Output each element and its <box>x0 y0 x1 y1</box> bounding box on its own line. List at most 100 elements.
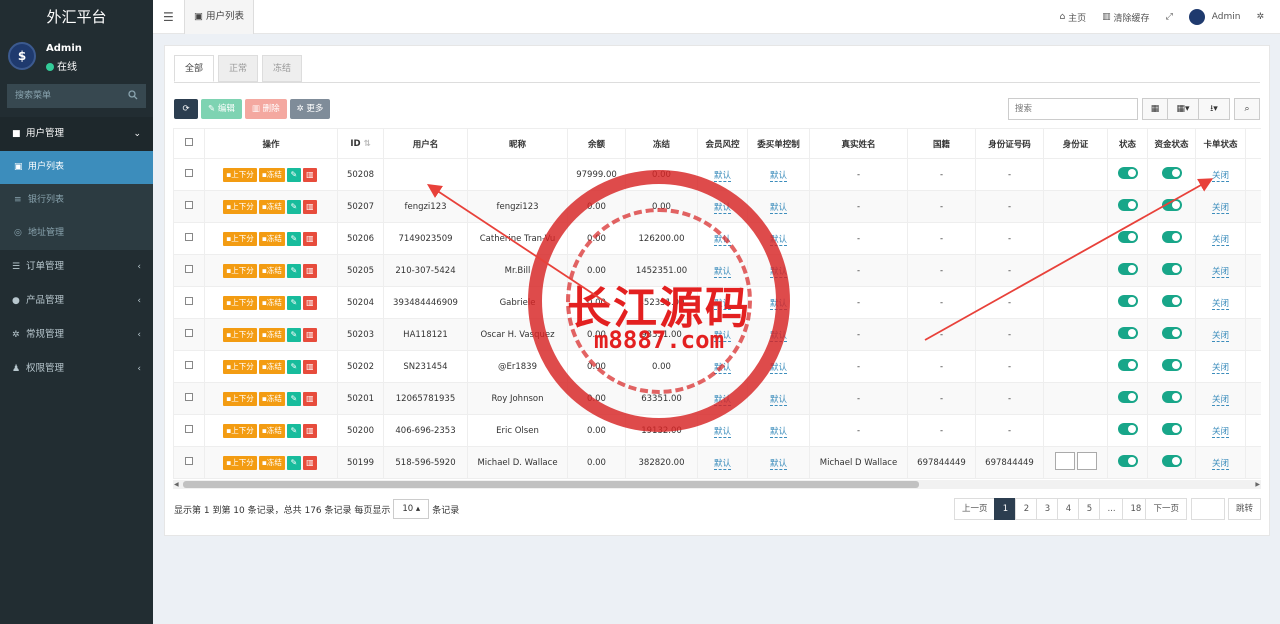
status-toggle[interactable] <box>1117 199 1138 211</box>
order-control-link[interactable]: 默认 <box>769 394 787 406</box>
fund-status-toggle[interactable] <box>1161 295 1182 307</box>
columns-button[interactable]: ▦▾ <box>1167 98 1199 120</box>
delete-row-button[interactable]: ▥ <box>302 423 317 438</box>
tab-normal[interactable]: 正常 <box>218 55 259 82</box>
page-button[interactable]: 18 <box>1122 498 1147 520</box>
jump-page-input[interactable] <box>1190 498 1225 520</box>
edit-row-button[interactable]: ✎ <box>286 359 301 374</box>
fund-status-toggle[interactable] <box>1161 455 1182 467</box>
checkbox[interactable] <box>185 265 193 273</box>
search-icon[interactable] <box>128 90 138 100</box>
edit-row-button[interactable]: ✎ <box>286 391 301 406</box>
fund-status-toggle[interactable] <box>1161 327 1182 339</box>
freeze-button[interactable]: ▪冻结 <box>258 231 285 246</box>
prev-page-button[interactable]: 上一页 <box>953 498 996 520</box>
edit-row-button[interactable]: ✎ <box>286 455 301 470</box>
id-image-back[interactable] <box>1076 452 1097 470</box>
risk-link[interactable]: 默认 <box>713 394 731 406</box>
scrollbar-thumb[interactable] <box>183 481 919 488</box>
status-toggle[interactable] <box>1117 423 1138 435</box>
order-control-link[interactable]: 默认 <box>769 298 787 310</box>
topup-button[interactable]: ▪上下分 <box>223 199 257 214</box>
sort-icon[interactable]: ⇅ <box>364 139 371 149</box>
row-select-cell[interactable] <box>173 158 205 191</box>
checkbox[interactable] <box>185 425 193 433</box>
fund-status-toggle[interactable] <box>1161 391 1182 403</box>
page-button[interactable]: 5 <box>1078 498 1101 520</box>
order-control-link[interactable]: 默认 <box>769 330 787 342</box>
page-button[interactable]: 1 <box>994 498 1017 520</box>
table-row[interactable]: ▪上下分 ▪冻结 ✎ ▥ 50201 12065781935 Roy Johnson 0.00… <box>173 382 1261 415</box>
row-select-cell[interactable] <box>173 190 205 223</box>
edit-button[interactable]: ✎ 编辑 <box>201 99 242 119</box>
risk-link[interactable]: 默认 <box>713 426 731 438</box>
freeze-button[interactable]: ▪冻结 <box>258 199 285 214</box>
menu-search-input[interactable] <box>7 84 146 108</box>
brand-logo[interactable]: 外汇平台 <box>0 0 153 34</box>
toggle-view-button[interactable]: ▦ <box>1142 98 1168 120</box>
menu-user-management[interactable]: ■ 用户管理 ⌄ <box>0 117 153 151</box>
checkbox[interactable] <box>185 361 193 369</box>
fund-status-toggle[interactable] <box>1161 423 1182 435</box>
edit-row-button[interactable]: ✎ <box>286 199 301 214</box>
tab-user-list[interactable]: ▣ 用户列表 <box>184 0 254 34</box>
row-select-cell[interactable] <box>173 414 205 447</box>
menu-general-management[interactable]: ✲ 常规管理 ‹ <box>0 318 153 352</box>
delete-row-button[interactable]: ▥ <box>302 359 317 374</box>
delete-row-button[interactable]: ▥ <box>302 199 317 214</box>
table-row[interactable]: ▪上下分 ▪冻结 ✎ ▥ 50199 518-596-5920 Michael D. Wal… <box>173 446 1261 479</box>
topup-button[interactable]: ▪上下分 <box>223 167 257 182</box>
fund-status-toggle[interactable] <box>1161 231 1182 243</box>
clear-cache-link[interactable]: ▥ 清除缓存 <box>1102 11 1149 24</box>
card-status-link[interactable]: 关闭 <box>1211 202 1229 214</box>
id-image-front[interactable] <box>1054 452 1075 470</box>
table-row[interactable]: ▪上下分 ▪冻结 ✎ ▥ 50208 97999.00 0.00 默认 默认 - - - 关闭 <box>173 158 1261 191</box>
horizontal-scrollbar[interactable]: ◀ ▶ <box>173 480 1261 489</box>
page-button[interactable]: 3 <box>1036 498 1059 520</box>
card-status-link[interactable]: 关闭 <box>1211 170 1229 182</box>
card-status-link[interactable]: 关闭 <box>1211 394 1229 406</box>
checkbox[interactable] <box>185 329 193 337</box>
admin-menu[interactable]: Admin <box>1188 9 1240 25</box>
table-row[interactable]: ▪上下分 ▪冻结 ✎ ▥ 50202 SN231454 @Er1839 0.00 0.00 默认默… <box>173 350 1261 383</box>
topup-button[interactable]: ▪上下分 <box>223 327 257 342</box>
delete-row-button[interactable]: ▥ <box>302 167 317 182</box>
checkbox[interactable] <box>185 393 193 401</box>
delete-row-button[interactable]: ▥ <box>302 391 317 406</box>
card-status-link[interactable]: 关闭 <box>1211 458 1229 470</box>
fund-status-toggle[interactable] <box>1161 359 1182 371</box>
row-select-cell[interactable] <box>173 446 205 479</box>
order-control-link[interactable]: 默认 <box>769 202 787 214</box>
freeze-button[interactable]: ▪冻结 <box>258 327 285 342</box>
delete-row-button[interactable]: ▥ <box>302 327 317 342</box>
scroll-right-icon[interactable]: ▶ <box>1255 481 1260 488</box>
refresh-button[interactable]: ⟳ <box>174 99 198 119</box>
delete-row-button[interactable]: ▥ <box>302 455 317 470</box>
risk-link[interactable]: 默认 <box>713 202 731 214</box>
table-row[interactable]: ▪上下分 ▪冻结 ✎ ▥ 50205 210-307-5424 Mr.Bill 0.00 145… <box>173 254 1261 287</box>
topup-button[interactable]: ▪上下分 <box>223 391 257 406</box>
card-status-link[interactable]: 关闭 <box>1211 362 1229 374</box>
edit-row-button[interactable]: ✎ <box>286 231 301 246</box>
fund-status-toggle[interactable] <box>1161 167 1182 179</box>
home-link[interactable]: ⌂ 主页 <box>1060 11 1087 24</box>
freeze-button[interactable]: ▪冻结 <box>258 167 285 182</box>
jump-button[interactable]: 跳转 <box>1227 498 1261 520</box>
tab-all[interactable]: 全部 <box>174 55 215 82</box>
topup-button[interactable]: ▪上下分 <box>223 295 257 310</box>
topup-button[interactable]: ▪上下分 <box>223 455 257 470</box>
edit-row-button[interactable]: ✎ <box>286 423 301 438</box>
fund-status-toggle[interactable] <box>1161 263 1182 275</box>
status-toggle[interactable] <box>1117 295 1138 307</box>
topup-button[interactable]: ▪上下分 <box>223 231 257 246</box>
checkbox[interactable] <box>185 297 193 305</box>
edit-row-button[interactable]: ✎ <box>286 327 301 342</box>
select-all-cell[interactable] <box>173 128 205 159</box>
fund-status-toggle[interactable] <box>1161 199 1182 211</box>
risk-link[interactable]: 默认 <box>713 298 731 310</box>
freeze-button[interactable]: ▪冻结 <box>258 423 285 438</box>
status-toggle[interactable] <box>1117 327 1138 339</box>
sidebar-item-bank-list[interactable]: ≡ 银行列表 <box>0 184 153 217</box>
checkbox[interactable] <box>185 169 193 177</box>
settings-icon[interactable]: ✲ <box>1256 12 1264 22</box>
